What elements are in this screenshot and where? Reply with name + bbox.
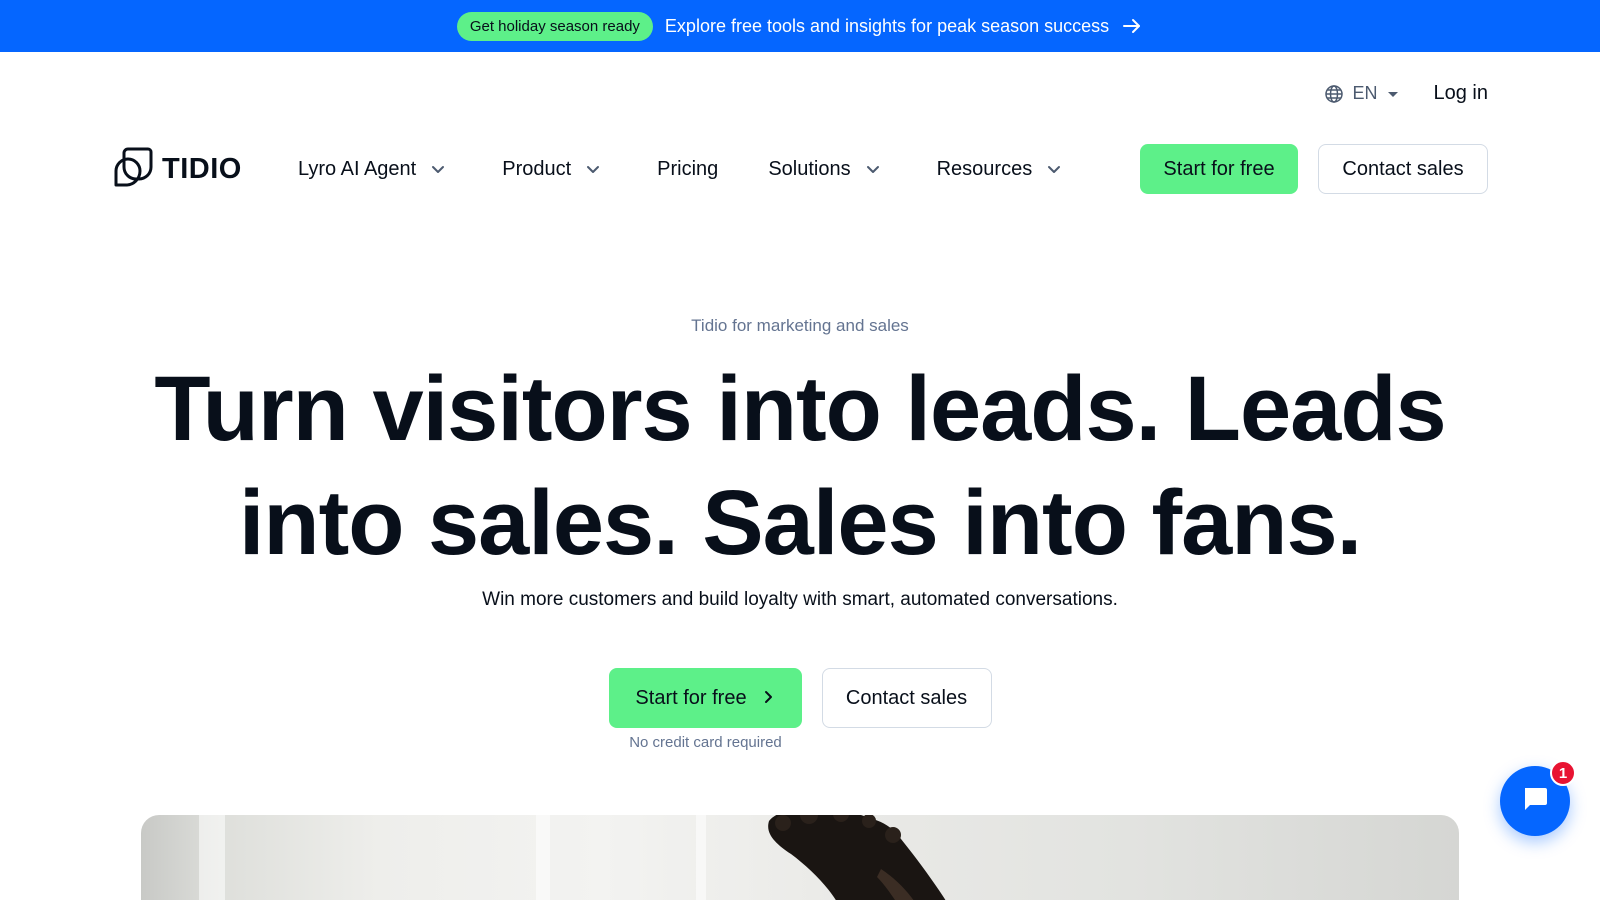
logo[interactable]: TIDIO: [112, 145, 290, 194]
chat-notification-badge: 1: [1550, 760, 1576, 786]
nav-item-label: Pricing: [657, 157, 719, 180]
nav-item-label: Lyro AI Agent: [298, 157, 417, 180]
nav-item-label: Resources: [936, 157, 1033, 180]
chat-bubble-icon: [1520, 784, 1550, 819]
chat-launcher-button[interactable]: 1: [1500, 760, 1576, 836]
tidio-logo-icon: [112, 145, 156, 194]
background-column: [199, 815, 225, 900]
no-credit-card-note: No credit card required: [629, 734, 782, 751]
language-selector[interactable]: EN: [1324, 83, 1399, 104]
logo-text: TIDIO: [162, 152, 242, 185]
chevron-down-icon: [585, 161, 601, 177]
hero-start-label: Start for free: [635, 686, 747, 709]
caret-down-icon: [1386, 87, 1400, 101]
start-for-free-button[interactable]: Start for free: [1140, 144, 1298, 194]
hero-subhead: Win more customers and build loyalty wit…: [482, 589, 1118, 610]
background-column: [536, 815, 550, 900]
nav-item-lyro-ai-agent[interactable]: Lyro AI Agent: [298, 158, 446, 181]
hero-cta-row: Start for free Contact sales: [0, 668, 1600, 728]
hero-headline: Turn visitors into leads. Leads into sal…: [154, 358, 1446, 574]
hero-start-for-free-button[interactable]: Start for free: [608, 668, 802, 728]
contact-sales-button[interactable]: Contact sales: [1318, 144, 1488, 194]
chevron-down-icon: [865, 161, 881, 177]
nav-item-resources[interactable]: Resources: [937, 158, 1063, 181]
hero-image: [141, 815, 1459, 900]
globe-icon: [1324, 84, 1344, 104]
chevron-down-icon: [430, 161, 446, 177]
language-label: EN: [1352, 83, 1378, 103]
nav-item-product[interactable]: Product: [502, 158, 601, 181]
nav-item-label: Product: [502, 157, 572, 180]
chevron-down-icon: [1046, 161, 1062, 177]
hero-contact-sales-button[interactable]: Contact sales: [821, 668, 992, 728]
promo-pill[interactable]: Get holiday season ready: [456, 11, 653, 41]
promo-banner[interactable]: Get holiday season ready Explore free to…: [0, 0, 1600, 52]
nav-item-solutions[interactable]: Solutions: [768, 158, 880, 181]
utility-bar: EN Log in: [1324, 82, 1488, 105]
nav-menu: Lyro AI Agent Product Pricing Solutions …: [290, 158, 1062, 181]
promo-text[interactable]: Explore free tools and insights for peak…: [665, 16, 1109, 37]
main-nav: TIDIO Lyro AI Agent Product Pricing Solu…: [112, 142, 1488, 196]
hero-eyebrow: Tidio for marketing and sales: [691, 316, 909, 335]
chevron-right-icon: [761, 687, 775, 710]
background-column: [696, 815, 706, 900]
person-hair-image: [768, 815, 946, 900]
arrow-right-icon[interactable]: [1121, 15, 1143, 37]
nav-item-label: Solutions: [768, 157, 851, 180]
nav-actions: Start for free Contact sales: [1140, 144, 1488, 194]
nav-item-pricing[interactable]: Pricing: [657, 158, 718, 181]
login-link[interactable]: Log in: [1434, 82, 1489, 105]
